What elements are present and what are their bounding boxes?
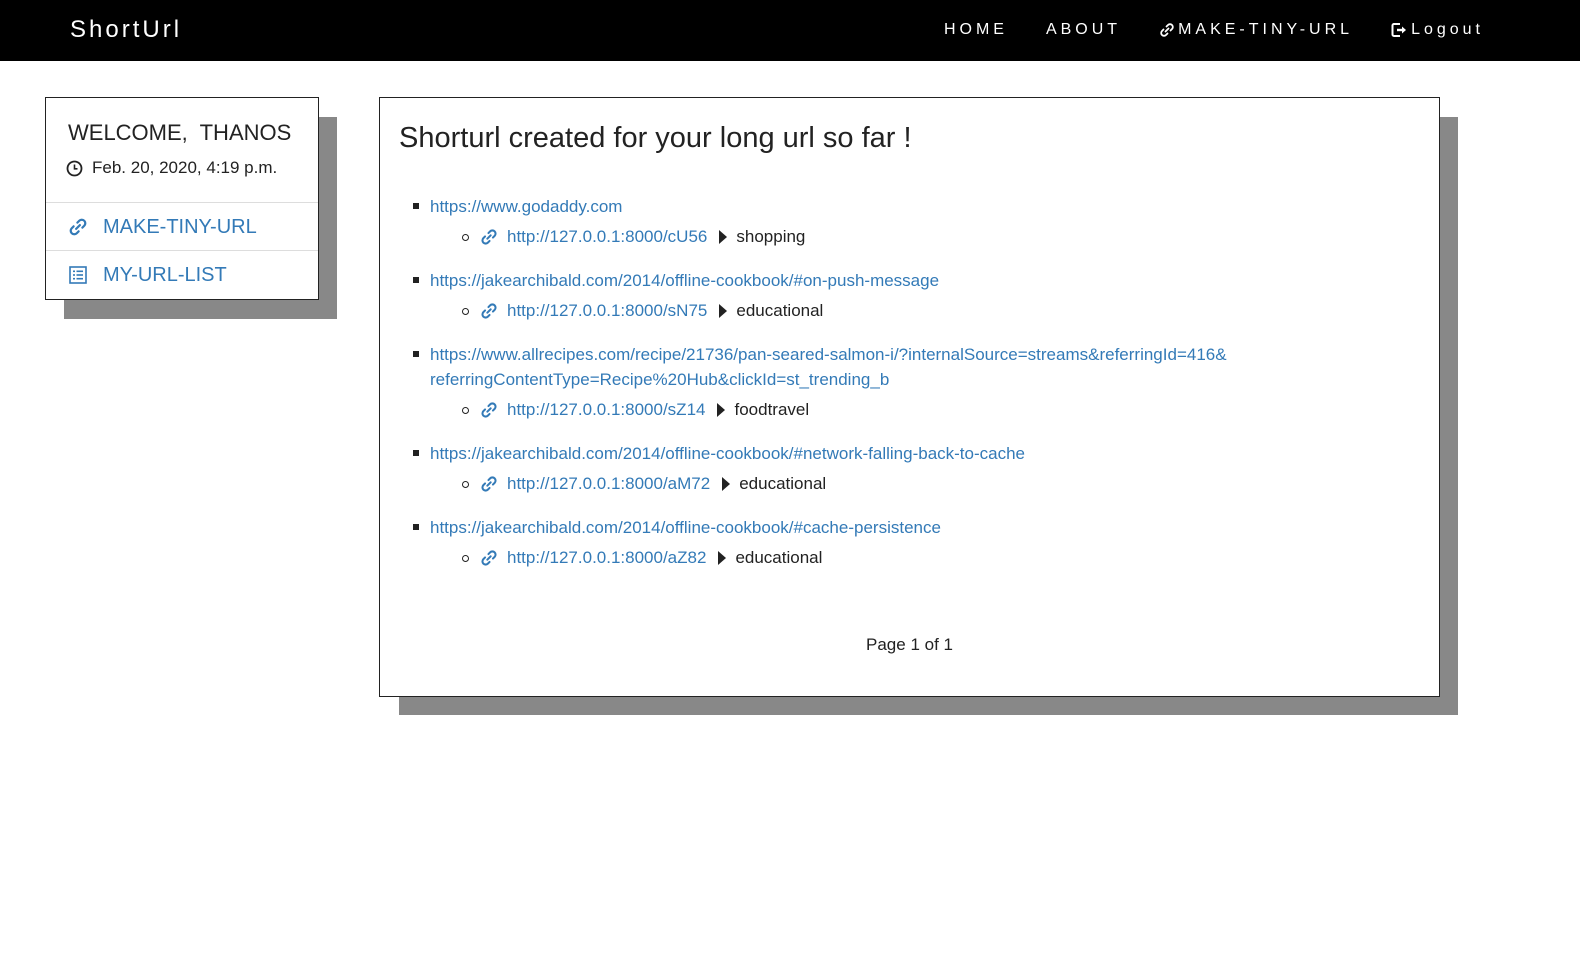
caret-right-icon: [719, 304, 728, 318]
top-navbar: ShortUrl HOME ABOUT MAKE-TINY-URL Logout: [0, 0, 1580, 61]
brand-logo[interactable]: ShortUrl: [70, 16, 182, 44]
circle-bullet: [462, 308, 469, 315]
circle-bullet: [462, 234, 469, 241]
short-url-link[interactable]: http://127.0.0.1:8000/cU56: [507, 227, 707, 247]
long-url-link[interactable]: https://jakearchibald.com/2014/offline-c…: [430, 515, 1390, 540]
list-item: https://jakearchibald.com/2014/offline-c…: [413, 515, 1390, 571]
nav-make-tiny-url[interactable]: MAKE-TINY-URL: [1159, 21, 1353, 39]
circle-bullet: [462, 555, 469, 562]
link-icon: [481, 402, 497, 418]
square-bullet: [413, 450, 419, 456]
datetime-label: Feb. 20, 2020, 4:19 p.m.: [92, 158, 278, 177]
category-tag: shopping: [736, 227, 806, 246]
welcome-text: WELCOME, THANOS: [68, 120, 292, 145]
circle-bullet: [462, 407, 469, 414]
link-icon: [481, 303, 497, 319]
square-bullet: [413, 277, 419, 283]
main-card: Shorturl created for your long url so fa…: [379, 97, 1440, 697]
list-item: https://jakearchibald.com/2014/offline-c…: [413, 441, 1390, 497]
caret-right-icon: [722, 477, 731, 491]
caret-right-icon: [717, 403, 726, 417]
sidebar-item-make-tiny-url[interactable]: MAKE-TINY-URL: [46, 202, 318, 251]
nav-home[interactable]: HOME: [944, 21, 1008, 39]
sidebar-item-my-url-list[interactable]: MY-URL-LIST: [46, 250, 318, 299]
long-url-link[interactable]: https://www.godaddy.com: [430, 194, 1390, 219]
category-tag: foodtravel: [734, 400, 810, 419]
link-icon: [481, 476, 497, 492]
nav-make-tiny-url-label: MAKE-TINY-URL: [1178, 21, 1354, 38]
link-icon: [481, 550, 497, 566]
link-icon: [481, 229, 497, 245]
long-url-link[interactable]: https://jakearchibald.com/2014/offline-c…: [430, 268, 1390, 293]
short-url-row: http://127.0.0.1:8000/sZ14 foodtravel: [462, 397, 1390, 423]
short-url-row: http://127.0.0.1:8000/aM72 educational: [462, 471, 1390, 497]
sidebar-item-label: MAKE-TINY-URL: [103, 215, 257, 238]
nav-logout-label: Logout: [1411, 21, 1484, 38]
list-item: https://www.godaddy.com http://127.0.0.1…: [413, 194, 1390, 250]
nav-logout[interactable]: Logout: [1391, 21, 1484, 39]
short-url-link[interactable]: http://127.0.0.1:8000/aZ82: [507, 548, 706, 568]
nav-home-label: HOME: [943, 21, 1008, 38]
caret-right-icon: [718, 551, 727, 565]
list-icon: [69, 266, 87, 284]
list-item: https://jakearchibald.com/2014/offline-c…: [413, 268, 1390, 324]
nav-links: HOME ABOUT MAKE-TINY-URL Logout: [906, 21, 1484, 39]
short-url-link[interactable]: http://127.0.0.1:8000/aM72: [507, 474, 710, 494]
circle-bullet: [462, 481, 469, 488]
link-icon: [69, 218, 87, 236]
logout-icon: [1391, 23, 1407, 37]
sidebar-item-label: MY-URL-LIST: [103, 263, 227, 286]
clock-icon: [66, 160, 83, 176]
link-icon: [1160, 23, 1174, 37]
page-title: Shorturl created for your long url so fa…: [399, 122, 912, 154]
square-bullet: [413, 203, 419, 209]
short-url-link[interactable]: http://127.0.0.1:8000/sN75: [507, 301, 707, 321]
category-tag: educational: [735, 548, 823, 567]
sidebar-card: WELCOME, THANOS Feb. 20, 2020, 4:19 p.m.…: [45, 97, 319, 300]
short-url-link[interactable]: http://127.0.0.1:8000/sZ14: [507, 400, 705, 420]
square-bullet: [413, 524, 419, 530]
pagination-info: Page 1 of 1: [866, 635, 953, 654]
nav-about[interactable]: ABOUT: [1046, 21, 1121, 39]
category-tag: educational: [739, 474, 827, 493]
nav-about-label: ABOUT: [1045, 21, 1122, 38]
url-list: https://www.godaddy.com http://127.0.0.1…: [413, 194, 1390, 589]
category-tag: educational: [736, 301, 824, 320]
long-url-link[interactable]: https://jakearchibald.com/2014/offline-c…: [430, 441, 1390, 466]
long-url-link[interactable]: https://www.allrecipes.com/recipe/21736/…: [430, 342, 1230, 392]
short-url-row: http://127.0.0.1:8000/aZ82 educational: [462, 545, 1390, 571]
short-url-row: http://127.0.0.1:8000/cU56 shopping: [462, 224, 1390, 250]
current-datetime: Feb. 20, 2020, 4:19 p.m.: [66, 158, 277, 178]
caret-right-icon: [719, 230, 728, 244]
short-url-row: http://127.0.0.1:8000/sN75 educational: [462, 298, 1390, 324]
list-item: https://www.allrecipes.com/recipe/21736/…: [413, 342, 1390, 423]
square-bullet: [413, 351, 419, 357]
